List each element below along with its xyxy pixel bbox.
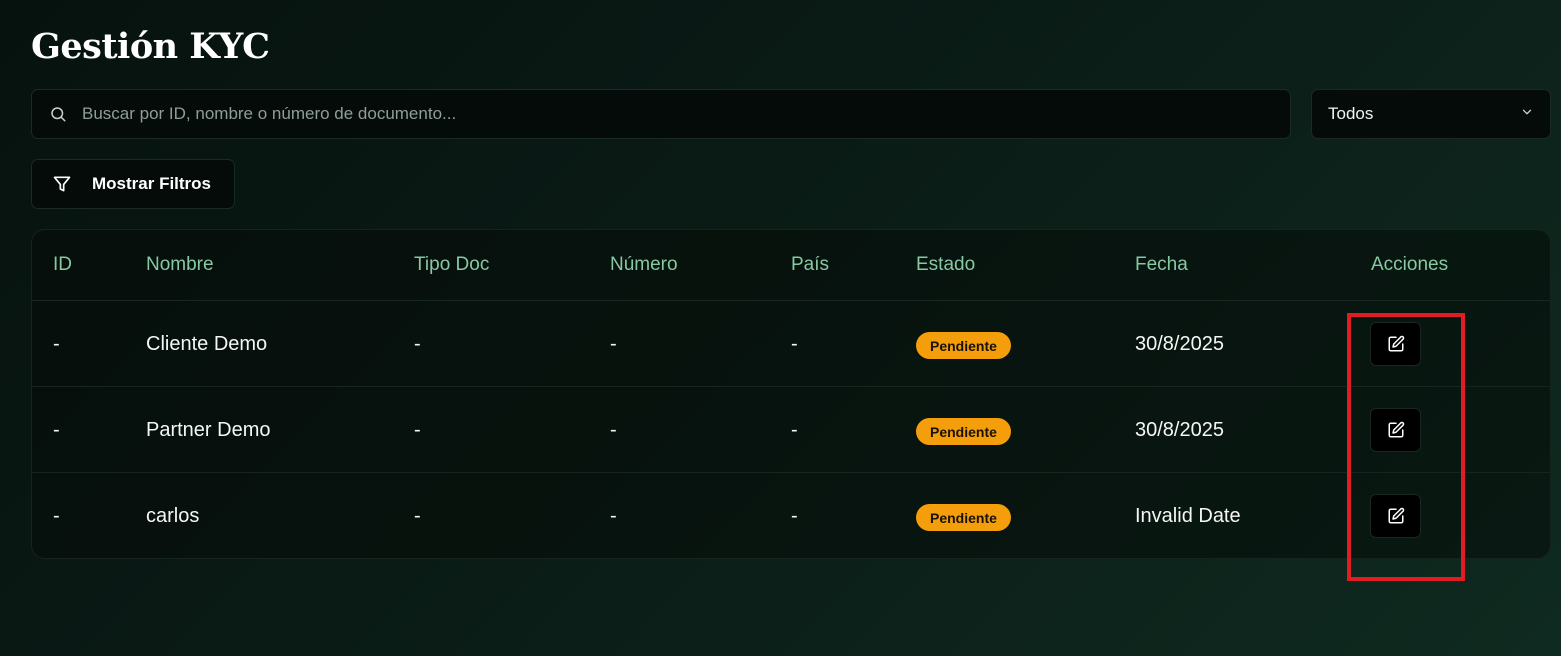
cell-nombre: Cliente Demo — [146, 333, 268, 355]
search-input[interactable] — [68, 90, 1290, 138]
search-field[interactable] — [31, 89, 1291, 139]
cell-tipo-doc: - — [414, 419, 421, 441]
kyc-table: ID Nombre Tipo Doc Número País Estado Fe… — [31, 229, 1551, 559]
cell-nombre: Partner Demo — [146, 419, 271, 441]
cell-pais: - — [791, 505, 798, 527]
column-header-pais: País — [791, 254, 830, 275]
chevron-down-icon — [1520, 104, 1534, 124]
cell-tipo-doc: - — [414, 505, 421, 527]
cell-numero: - — [610, 505, 617, 527]
cell-nombre: carlos — [146, 505, 200, 527]
status-select[interactable]: Todos — [1311, 89, 1551, 139]
cell-pais: - — [791, 333, 798, 355]
status-badge: Pendiente — [916, 418, 1011, 445]
show-filters-label: Mostrar Filtros — [92, 174, 212, 193]
cell-id: - — [53, 419, 60, 441]
column-header-numero: Número — [610, 254, 678, 275]
status-select-value: Todos — [1328, 104, 1374, 123]
cell-numero: - — [610, 333, 617, 355]
cell-id: - — [53, 333, 60, 355]
filter-icon — [52, 174, 72, 194]
cell-pais: - — [791, 419, 798, 441]
cell-numero: - — [610, 419, 617, 441]
column-header-acciones: Acciones — [1371, 254, 1449, 275]
cell-fecha: 30/8/2025 — [1135, 419, 1224, 441]
search-icon — [48, 104, 68, 124]
table-row: - Partner Demo - - - Pendiente 30/8/2025 — [32, 387, 1550, 473]
actions-highlight-box — [1347, 313, 1465, 581]
cell-id: - — [53, 505, 60, 527]
status-badge: Pendiente — [916, 332, 1011, 359]
status-badge: Pendiente — [916, 504, 1011, 531]
show-filters-button[interactable]: Mostrar Filtros — [31, 159, 235, 209]
cell-fecha: 30/8/2025 — [1135, 333, 1224, 355]
table-header: ID Nombre Tipo Doc Número País Estado Fe… — [32, 230, 1550, 301]
column-header-estado: Estado — [916, 254, 976, 275]
column-header-id: ID — [53, 254, 72, 275]
table-row: - carlos - - - Pendiente Invalid Date — [32, 473, 1550, 558]
page-title: Gestión KYC — [31, 26, 270, 67]
cell-fecha: Invalid Date — [1135, 505, 1241, 527]
table-row: - Cliente Demo - - - Pendiente 30/8/2025 — [32, 301, 1550, 387]
column-header-nombre: Nombre — [146, 254, 214, 275]
column-header-fecha: Fecha — [1135, 254, 1188, 275]
column-header-tipo-doc: Tipo Doc — [414, 254, 490, 275]
cell-tipo-doc: - — [414, 333, 421, 355]
